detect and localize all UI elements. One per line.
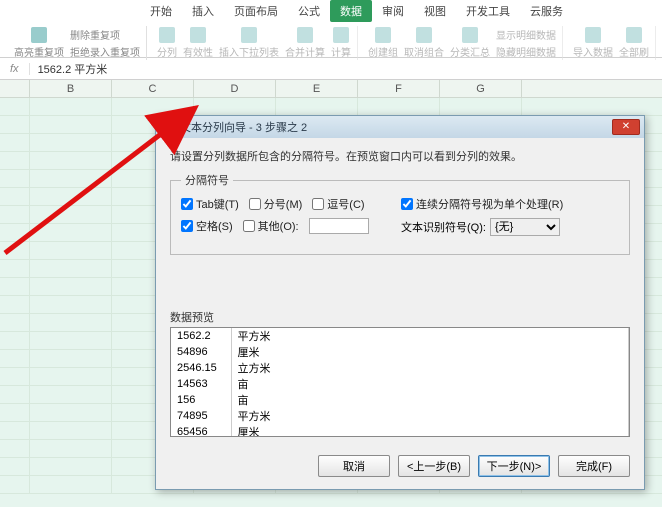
ribbon-tabs: 开始 插入 页面布局 公式 数据 审阅 视图 开发工具 云服务: [0, 0, 662, 22]
tool-validity[interactable]: 有效性: [183, 27, 213, 59]
column-headers: B C D E F G: [0, 80, 662, 98]
dialog-instruction: 请设置分列数据所包含的分隔符号。在预览窗口内可以看到分列的效果。: [170, 148, 630, 164]
tool-recalc[interactable]: 计算: [331, 27, 351, 59]
ribbon-tools: 高亮重复项 删除重复项 拒绝录入重复项 分列 有效性 插入下拉列表 合并计算 计…: [0, 22, 662, 60]
tab-dev[interactable]: 开发工具: [456, 0, 520, 22]
tab-home[interactable]: 开始: [140, 0, 182, 22]
tool-refresh[interactable]: 全部刷: [619, 27, 649, 59]
col-g[interactable]: G: [440, 80, 522, 97]
text-qualifier-label: 文本识别符号(Q):: [401, 219, 486, 235]
close-button[interactable]: ✕: [612, 119, 640, 135]
tool-del-dup[interactable]: 删除重复项: [70, 27, 140, 42]
col-b[interactable]: B: [30, 80, 112, 97]
dialog-titlebar[interactable]: 文本分列向导 - 3 步骤之 2 ✕: [156, 116, 644, 138]
table-row: 2546.15立方米: [171, 360, 629, 376]
delimiter-legend: 分隔符号: [181, 172, 233, 188]
table-row: 74895平方米: [171, 408, 629, 424]
cancel-button[interactable]: 取消: [318, 455, 390, 477]
dialog-title: 文本分列向导 - 3 步骤之 2: [180, 119, 612, 135]
tab-formula[interactable]: 公式: [288, 0, 330, 22]
col-d[interactable]: D: [194, 80, 276, 97]
tool-subtotal[interactable]: 分类汇总: [450, 27, 490, 59]
refresh-icon: [626, 27, 642, 43]
semicolon-checkbox[interactable]: 分号(M): [249, 196, 303, 212]
split-icon: [159, 27, 175, 43]
back-button[interactable]: <上一步(B): [398, 455, 470, 477]
table-row: 156亩: [171, 392, 629, 408]
table-row: 14563亩: [171, 376, 629, 392]
preview-table: 1562.2平方米 54896厘米 2546.15立方米 14563亩 156亩…: [171, 328, 629, 437]
ribbon: 开始 插入 页面布局 公式 数据 审阅 视图 开发工具 云服务 高亮重复项 删除…: [0, 0, 662, 58]
tool-consolidate[interactable]: 合并计算: [285, 27, 325, 59]
formula-bar: fx 1562.2 平方米: [0, 58, 662, 80]
recalc-icon: [333, 27, 349, 43]
tool-reject-dup[interactable]: 拒绝录入重复项: [70, 44, 140, 59]
text-to-columns-dialog: 文本分列向导 - 3 步骤之 2 ✕ 请设置分列数据所包含的分隔符号。在预览窗口…: [155, 115, 645, 490]
tool-cancel-group[interactable]: 取消组合: [404, 27, 444, 59]
next-button[interactable]: 下一步(N)>: [478, 455, 550, 477]
tool-create-group[interactable]: 创建组: [368, 27, 398, 59]
close-icon: ✕: [622, 122, 630, 132]
tab-review[interactable]: 审阅: [372, 0, 414, 22]
table-row: 65456厘米: [171, 424, 629, 437]
fx-label: fx: [0, 63, 30, 75]
fx-value[interactable]: 1562.2 平方米: [30, 61, 116, 77]
text-qualifier-select[interactable]: {无}: [490, 218, 560, 236]
delimiter-group: 分隔符号 Tab键(T) 分号(M) 逗号(C) 空格(S) 其他(O):: [170, 172, 630, 255]
import-icon: [585, 27, 601, 43]
tool-insert-drop[interactable]: 插入下拉列表: [219, 27, 279, 59]
dropdown-icon: [241, 27, 257, 43]
col-c[interactable]: C: [112, 80, 194, 97]
col-f[interactable]: F: [358, 80, 440, 97]
preview-pane[interactable]: 1562.2平方米 54896厘米 2546.15立方米 14563亩 156亩…: [170, 327, 630, 437]
consecutive-checkbox[interactable]: 连续分隔符号视为单个处理(R): [401, 196, 563, 212]
tab-view[interactable]: 视图: [414, 0, 456, 22]
comma-checkbox[interactable]: 逗号(C): [312, 196, 364, 212]
tool-show-detail[interactable]: 显示明细数据: [496, 27, 556, 42]
app-icon: [160, 120, 174, 134]
tab-insert[interactable]: 插入: [182, 0, 224, 22]
tab-checkbox[interactable]: Tab键(T): [181, 196, 239, 212]
consolidate-icon: [297, 27, 313, 43]
table-row: 54896厘米: [171, 344, 629, 360]
subtotal-icon: [462, 27, 478, 43]
validity-icon: [190, 27, 206, 43]
tab-data[interactable]: 数据: [330, 0, 372, 22]
tab-layout[interactable]: 页面布局: [224, 0, 288, 22]
finish-button[interactable]: 完成(F): [558, 455, 630, 477]
table-row: 1562.2平方米: [171, 328, 629, 344]
group-icon: [375, 27, 391, 43]
tool-split-col[interactable]: 分列: [157, 27, 177, 59]
tab-cloud[interactable]: 云服务: [520, 0, 573, 22]
tool-hide-detail[interactable]: 隐藏明细数据: [496, 44, 556, 59]
other-checkbox[interactable]: 其他(O):: [243, 218, 299, 234]
tool-import[interactable]: 导入数据: [573, 27, 613, 59]
tool-highlight-dup[interactable]: 高亮重复项: [14, 27, 64, 59]
highlight-icon: [31, 27, 47, 43]
col-e[interactable]: E: [276, 80, 358, 97]
preview-label: 数据预览: [170, 309, 630, 325]
ungroup-icon: [416, 27, 432, 43]
space-checkbox[interactable]: 空格(S): [181, 218, 233, 234]
col-corner[interactable]: [0, 80, 30, 97]
other-input[interactable]: [309, 218, 369, 234]
